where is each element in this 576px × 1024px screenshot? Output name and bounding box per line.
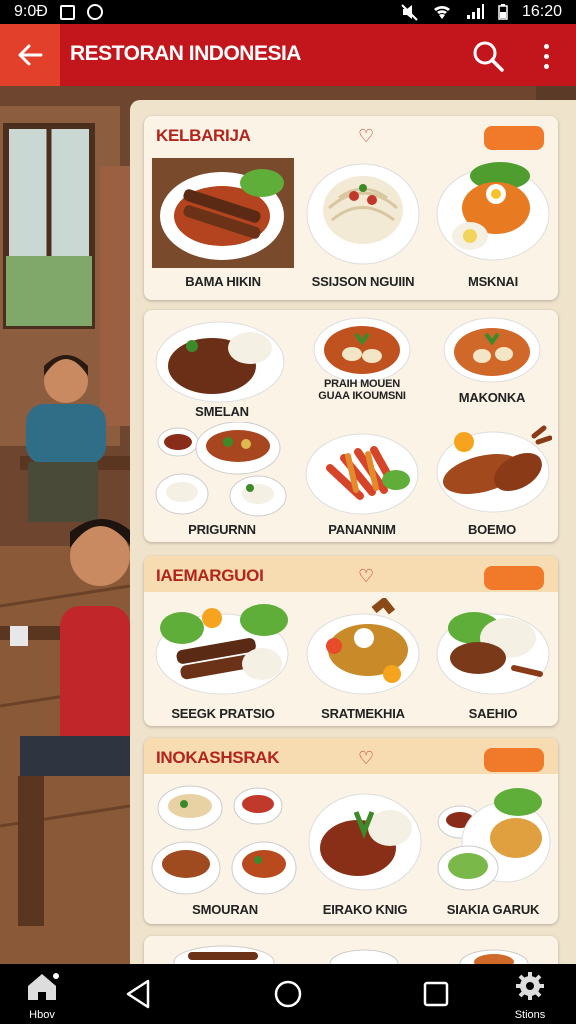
dish-name: SMOURAN xyxy=(192,902,258,917)
dish-image[interactable] xyxy=(164,940,544,964)
app-bar: RESTORAN INDONESIA xyxy=(0,24,576,86)
dish-name: BAMA HIKIN xyxy=(185,274,261,289)
battery-icon xyxy=(498,4,508,20)
recents-nav-button[interactable] xyxy=(420,978,452,1015)
dish-image[interactable] xyxy=(312,314,412,384)
dish-image[interactable] xyxy=(304,598,422,700)
signal-icon xyxy=(466,4,484,19)
section-title: KELBARIJA xyxy=(156,126,251,145)
dish-image[interactable] xyxy=(152,158,294,268)
more-options-button[interactable] xyxy=(534,38,558,74)
square-recents-icon xyxy=(423,981,449,1007)
status-bar: 9:0Đ 16:20 xyxy=(0,0,576,24)
section-title: IAEMARGUOI xyxy=(156,566,264,585)
dish-name: BOEMO xyxy=(467,522,517,537)
dish-name: SIAKIA GARUK xyxy=(446,902,540,917)
home-tab[interactable]: Hbov xyxy=(22,970,62,1021)
dish-name: PRAIH MOUEN GUAA IKOUMSNI xyxy=(318,378,406,402)
wifi-icon xyxy=(433,5,450,19)
dish-name: SMELAN xyxy=(195,404,249,419)
menu-section: SMELAN PRAIH MOUEN GUAA IKOUMSNI MAKONKA… xyxy=(144,310,558,542)
menu-section-partial xyxy=(144,936,558,964)
app-notification-icon xyxy=(86,4,103,20)
dish-image[interactable] xyxy=(304,158,422,266)
status-time: 16:20 xyxy=(521,3,562,20)
dish-image[interactable] xyxy=(434,422,552,516)
dish-name: SSIJSON NGUIIN xyxy=(311,274,415,289)
home-nav-button[interactable] xyxy=(272,978,304,1015)
section-action-button[interactable] xyxy=(484,566,544,590)
dish-image[interactable] xyxy=(434,158,552,266)
dish-image[interactable] xyxy=(150,782,300,898)
triangle-back-icon xyxy=(126,979,150,1009)
back-nav-button[interactable] xyxy=(122,978,154,1015)
settings-label: Stions xyxy=(514,1009,546,1021)
dish-image[interactable] xyxy=(304,428,420,518)
dish-image[interactable] xyxy=(152,598,294,700)
gallery-notification-icon xyxy=(59,4,75,20)
back-button[interactable] xyxy=(0,24,60,86)
dish-name: SAEHIO xyxy=(468,706,518,721)
menu-section: KELBARIJA ♡ BAMA HIKIN SSIJSON NGUIIN MS… xyxy=(144,116,558,300)
menu-panel: KELBARIJA ♡ BAMA HIKIN SSIJSON NGUIIN MS… xyxy=(130,100,576,964)
section-action-button[interactable] xyxy=(484,126,544,150)
dish-image[interactable] xyxy=(442,314,542,386)
section-action-button[interactable] xyxy=(484,748,544,772)
home-icon xyxy=(28,973,59,1000)
settings-tab[interactable]: Stions xyxy=(508,970,552,1021)
dish-image[interactable] xyxy=(434,782,552,894)
dish-name: SRATMEKHIA xyxy=(321,706,405,721)
mute-icon xyxy=(401,4,418,21)
menu-section: IAEMARGUOI ♡ SEEGK PRATSIO SRATMEKHIA SA… xyxy=(144,556,558,726)
home-label: Hbov xyxy=(29,1009,55,1021)
dish-name: MAKONKA xyxy=(458,390,526,405)
circle-home-icon xyxy=(274,980,302,1008)
dish-image[interactable] xyxy=(154,316,286,406)
search-icon xyxy=(473,41,504,72)
dish-name: EIRAKO KNIG xyxy=(322,902,408,917)
dish-image[interactable] xyxy=(154,422,290,520)
favorite-icon[interactable]: ♡ xyxy=(358,126,374,147)
menu-section: INOKASHSRAK ♡ SMOURAN EIRAKO KNIG SIAKIA… xyxy=(144,738,558,924)
dish-name: PANANNIM xyxy=(328,522,396,537)
section-title: INOKASHSRAK xyxy=(156,748,280,767)
system-navigation-bar: Hbov Stions xyxy=(0,964,576,1024)
dish-image[interactable] xyxy=(306,782,424,894)
dish-name: PRIGURNN xyxy=(188,522,256,537)
dish-image[interactable] xyxy=(434,598,552,700)
gear-icon xyxy=(516,972,544,1000)
status-left-text: 9:0Đ xyxy=(14,3,48,20)
search-button[interactable] xyxy=(470,38,506,74)
favorite-icon[interactable]: ♡ xyxy=(358,566,374,587)
dish-name: SEEGK PRATSIO xyxy=(171,706,275,721)
dish-name: MSKNAI xyxy=(467,274,519,289)
page-title: RESTORAN INDONESIA xyxy=(70,42,301,65)
arrow-left-icon xyxy=(18,44,43,66)
favorite-icon[interactable]: ♡ xyxy=(358,748,374,769)
